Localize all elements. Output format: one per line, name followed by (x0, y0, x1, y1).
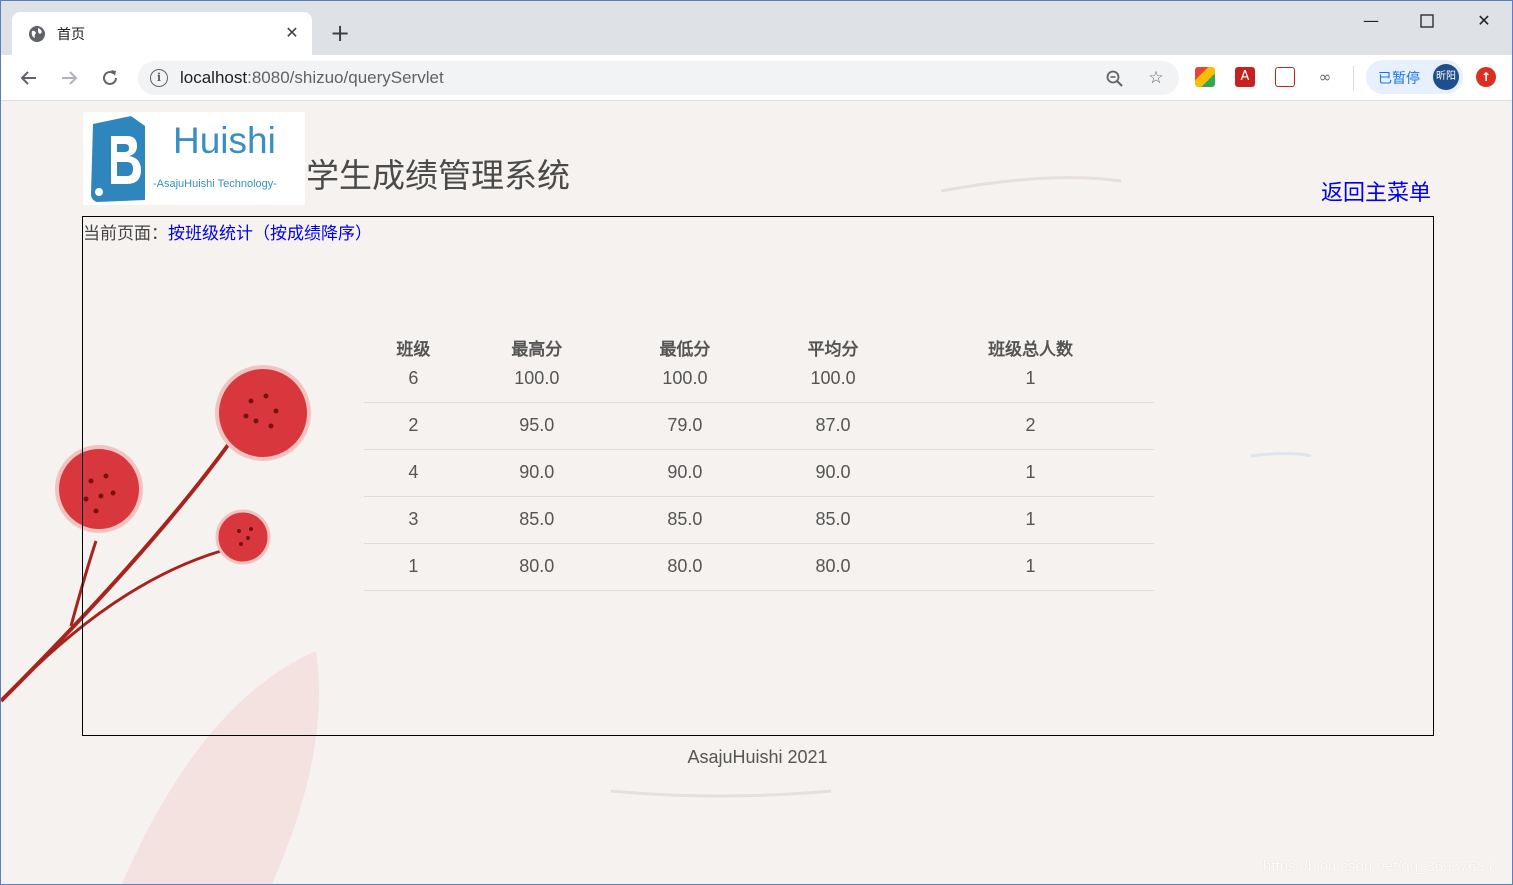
page-title: 学生成绩管理系统 (306, 156, 570, 195)
column-header-count: 班级总人数 (988, 340, 1074, 360)
maximize-button[interactable] (1404, 7, 1450, 35)
cell-count: 2 (907, 402, 1154, 450)
close-tab-icon[interactable]: ✕ (282, 23, 302, 43)
cell-count: 1 (907, 496, 1154, 544)
class-stats-table: 班级 最高分 最低分 平均分 班级总人数 6 100.0 100.0 100.0… (364, 325, 1154, 591)
cell-avg: 87.0 (759, 402, 908, 450)
column-header-class: 班级 (396, 340, 431, 360)
cell-max: 95.0 (462, 402, 611, 450)
cell-avg: 85.0 (759, 496, 908, 544)
table-row: 1 80.0 80.0 80.0 1 (364, 543, 1154, 591)
avatar: 昕阳 (1433, 64, 1459, 90)
cell-class: 3 (364, 496, 463, 544)
cell-min: 80.0 (610, 543, 759, 591)
pdf-extension-icon[interactable]: A (1235, 67, 1255, 87)
url-text[interactable]: localhost:8080/shizuo/queryServlet (180, 68, 444, 88)
zoom-icon[interactable] (1104, 68, 1126, 90)
table-row: 2 95.0 79.0 87.0 2 (364, 402, 1154, 450)
reload-button[interactable] (96, 64, 124, 92)
cell-count: 1 (907, 364, 1154, 403)
tab-title: 首页 (57, 27, 85, 43)
logo-text: Huishi (173, 120, 276, 161)
cell-avg: 90.0 (759, 449, 908, 497)
arrow-right-icon (62, 71, 78, 85)
page-content: Huishi -AsajuHuishi Technology- 学生成绩管理系统… (1, 101, 1512, 884)
breadcrumb-label: 当前页面： (83, 224, 168, 244)
back-button[interactable] (15, 64, 43, 92)
back-to-menu-link[interactable]: 返回主菜单 (1321, 175, 1431, 207)
globe-icon (29, 26, 45, 42)
cell-avg: 100.0 (759, 364, 908, 403)
bookmark-star-icon[interactable]: ☆ (1145, 68, 1167, 90)
table-row: 6 100.0 100.0 100.0 1 (364, 364, 1154, 403)
minimize-button[interactable]: — (1348, 7, 1394, 35)
column-header-avg: 平均分 (807, 340, 859, 360)
cell-count: 1 (907, 543, 1154, 591)
cell-max: 85.0 (462, 496, 611, 544)
column-header-min: 最低分 (659, 340, 711, 360)
cell-class: 4 (364, 449, 463, 497)
table-header-row: 班级 最高分 最低分 平均分 班级总人数 (364, 325, 1154, 364)
color-extension-icon[interactable] (1195, 67, 1215, 87)
cell-class: 1 (364, 543, 463, 591)
update-icon[interactable]: ↑ (1476, 67, 1496, 87)
cell-max: 90.0 (462, 449, 611, 497)
footer-text: AsajuHuishi 2021 (687, 747, 828, 767)
breadcrumb: 当前页面：按班级统计（按成绩降序） (83, 219, 372, 244)
info-icon[interactable]: i (150, 69, 168, 87)
new-tab-button[interactable]: + (326, 20, 354, 48)
cell-max: 100.0 (462, 364, 611, 403)
link-extension-icon[interactable]: ∞ (1315, 67, 1335, 87)
cell-class: 6 (364, 364, 463, 403)
cell-min: 90.0 (610, 449, 759, 497)
tab-home[interactable]: 首页 ✕ (12, 12, 312, 55)
logo: Huishi -AsajuHuishi Technology- (83, 112, 305, 205)
table-row: 4 90.0 90.0 90.0 1 (364, 449, 1154, 497)
logo-subtext: -AsajuHuishi Technology- (153, 178, 277, 190)
cell-avg: 80.0 (759, 543, 908, 591)
content-panel: 当前页面：按班级统计（按成绩降序） 班级 最高分 最低分 平均分 班级总人数 6 (82, 216, 1434, 736)
cell-count: 1 (907, 449, 1154, 497)
cell-min: 85.0 (610, 496, 759, 544)
toolbar-divider (1353, 66, 1354, 90)
reload-icon (103, 70, 117, 85)
book-logo-icon (91, 116, 145, 202)
table-row: 3 85.0 85.0 85.0 1 (364, 496, 1154, 544)
cell-min: 79.0 (610, 402, 759, 450)
profile-status: 已暂停 (1378, 71, 1420, 87)
pocket-extension-icon[interactable] (1275, 67, 1295, 87)
maximize-icon (1420, 14, 1434, 28)
column-header-max: 最高分 (511, 340, 563, 360)
close-window-button[interactable]: ✕ (1461, 7, 1507, 35)
tab-bar: 首页 ✕ + — ✕ (1, 1, 1512, 55)
arrow-left-icon (20, 71, 36, 85)
cell-min: 100.0 (610, 364, 759, 403)
breadcrumb-current[interactable]: 按班级统计（按成绩降序） (168, 224, 372, 244)
forward-button[interactable] (55, 64, 83, 92)
cell-max: 80.0 (462, 543, 611, 591)
browser-window: 首页 ✕ + — ✕ i localhost:8080/shizuo/query… (0, 0, 1513, 885)
cell-class: 2 (364, 402, 463, 450)
profile-button[interactable]: 已暂停 昕阳 (1366, 60, 1463, 94)
watermark-text: https://blog.csdn.net/qq_36937684 (1263, 858, 1494, 875)
address-bar[interactable]: i localhost:8080/shizuo/queryServlet ☆ (138, 61, 1179, 95)
browser-toolbar: i localhost:8080/shizuo/queryServlet ☆ A… (1, 55, 1512, 101)
